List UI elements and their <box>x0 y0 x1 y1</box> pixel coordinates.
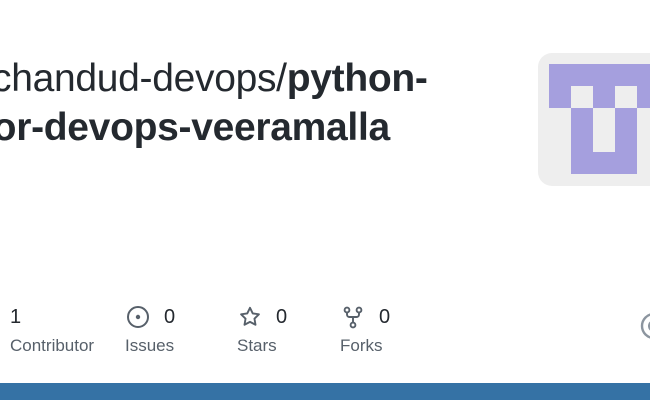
repo-forked-icon <box>340 304 366 330</box>
issue-opened-icon <box>125 304 151 330</box>
owner-avatar <box>538 53 650 186</box>
repo-owner: chandud-devops/ <box>0 57 287 100</box>
repo-name: python- <box>286 57 428 100</box>
identicon-icon <box>549 64 650 174</box>
identicon-cell <box>571 108 593 130</box>
repo-social-card: chandud-devops/python- for-devops-veeram… <box>0 0 650 400</box>
contributors-count: 1 <box>10 305 22 328</box>
identicon-cell <box>615 152 637 174</box>
stars-label: Stars <box>237 336 277 355</box>
identicon-cell <box>571 152 593 174</box>
stat-forks: 0 Forks <box>340 302 390 356</box>
stat-contributors: 1 Contributor <box>10 302 94 356</box>
identicon-cell <box>615 64 637 86</box>
identicon-cell <box>571 130 593 152</box>
forks-label: Forks <box>340 336 383 355</box>
identicon-cell <box>637 64 650 86</box>
stat-issues: 0 Issues <box>125 302 175 356</box>
identicon-cell <box>571 64 593 86</box>
repo-name-continued: for-devops-veeramalla <box>0 106 390 149</box>
star-icon <box>237 304 263 330</box>
identicon-cell <box>549 64 571 86</box>
issues-count: 0 <box>164 305 176 328</box>
identicon-cell <box>615 108 637 130</box>
issues-label: Issues <box>125 336 175 355</box>
forks-count: 0 <box>379 305 391 328</box>
identicon-cell <box>593 86 615 108</box>
repo-title: chandud-devops/python- for-devops-veeram… <box>0 54 512 152</box>
identicon-cell <box>593 64 615 86</box>
stat-stars: 0 Stars <box>237 302 287 356</box>
contributors-label: Contributor <box>10 336 95 355</box>
identicon-cell <box>637 86 650 108</box>
identicon-cell <box>593 152 615 174</box>
identicon-cell <box>615 130 637 152</box>
stars-count: 0 <box>276 305 288 328</box>
github-logo-icon <box>639 311 650 341</box>
language-color-bar <box>0 383 650 400</box>
identicon-cell <box>549 86 571 108</box>
